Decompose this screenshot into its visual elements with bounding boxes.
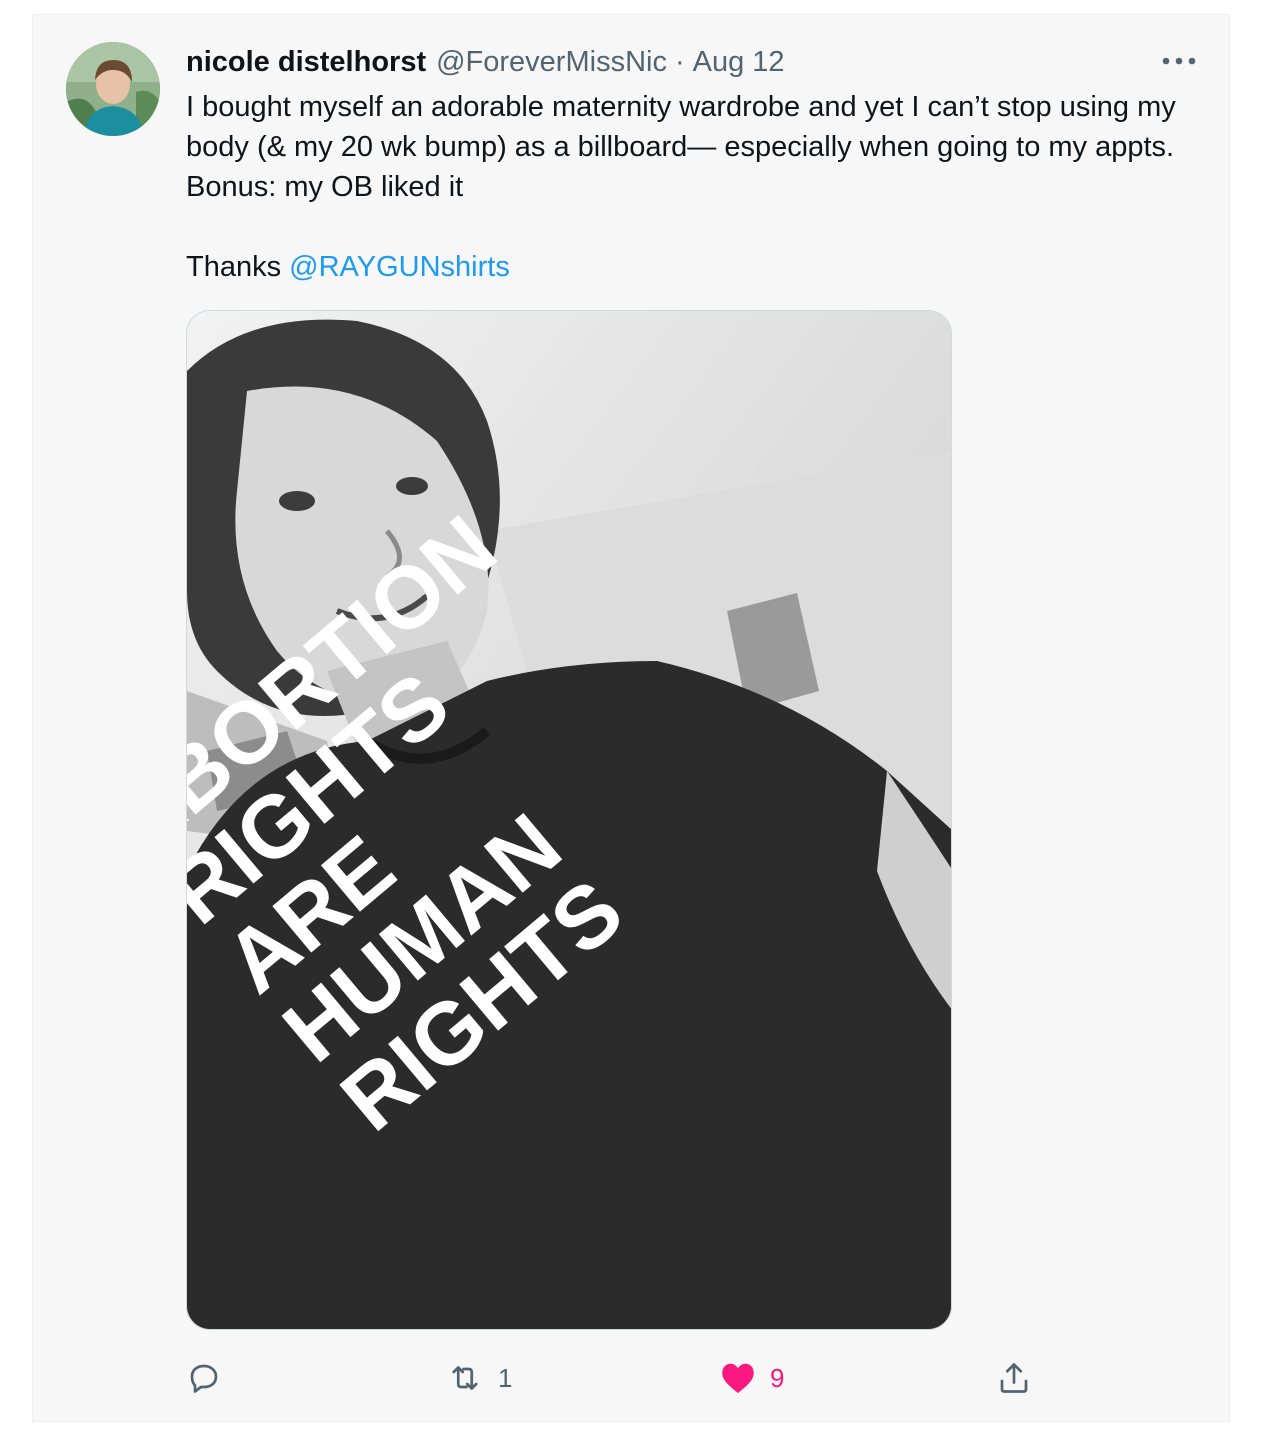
display-name[interactable]: nicole distelhorst	[186, 44, 426, 80]
tweet-media-photo[interactable]: ABORTION RIGHTS ARE HUMAN RIGHTS	[186, 310, 952, 1330]
tweet-body: I bought myself an adorable maternity wa…	[186, 91, 1176, 203]
user-handle[interactable]: @ForeverMissNic	[436, 44, 667, 80]
more-options-button[interactable]	[1158, 46, 1200, 76]
avatar-photo	[66, 42, 160, 136]
tweet-header: nicole distelhorst @ForeverMissNic · Aug…	[186, 44, 785, 80]
more-icon	[1162, 57, 1196, 65]
share-icon	[1000, 1363, 1028, 1393]
heart-icon	[722, 1363, 754, 1393]
page: nicole distelhorst @ForeverMissNic · Aug…	[0, 0, 1264, 1440]
retweet-count: 1	[498, 1362, 513, 1393]
photo-image: ABORTION RIGHTS ARE HUMAN RIGHTS	[187, 311, 951, 1329]
retweet-button[interactable]: 1	[446, 1352, 512, 1404]
thanks-prefix: Thanks	[186, 251, 290, 283]
share-button[interactable]	[996, 1352, 1032, 1404]
like-count: 9	[770, 1362, 785, 1393]
like-button[interactable]: 9	[720, 1352, 784, 1404]
tweet-text: I bought myself an adorable maternity wa…	[186, 87, 1186, 287]
tweet-date[interactable]: Aug 12	[693, 44, 785, 80]
tweet-actions: 1 9	[186, 1352, 1066, 1404]
header-separator: ·	[674, 46, 685, 78]
tweet-thanks-line: Thanks @RAYGUNshirts	[186, 247, 1186, 287]
mention-link[interactable]: @RAYGUNshirts	[289, 251, 510, 283]
reply-button[interactable]	[186, 1352, 222, 1404]
retweet-icon	[452, 1366, 478, 1390]
reply-icon	[190, 1364, 218, 1393]
avatar[interactable]	[66, 42, 160, 136]
